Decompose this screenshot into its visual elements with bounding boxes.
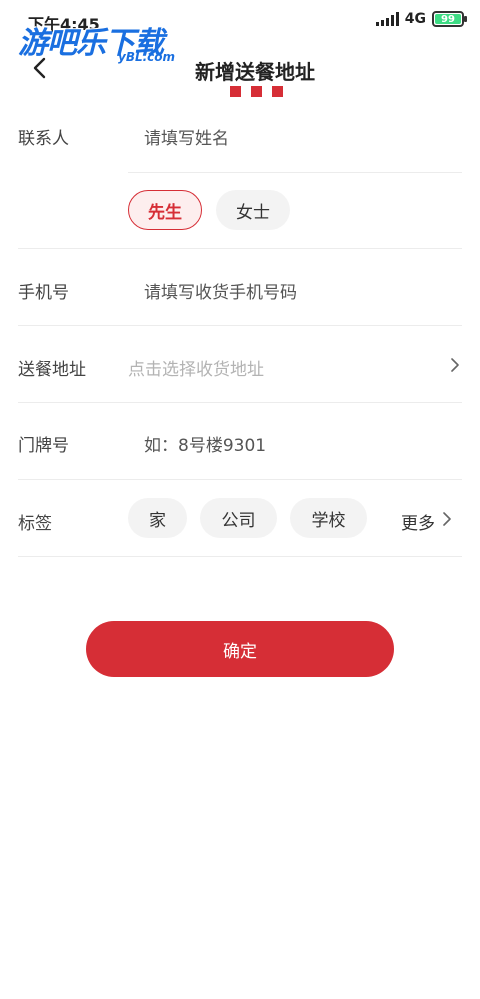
tag-option-company[interactable]: 公司	[200, 498, 277, 538]
divider	[18, 402, 462, 403]
door-number-input[interactable]: 如：8号楼9301	[144, 431, 266, 456]
address-selector[interactable]: 点击选择收货地址	[128, 355, 264, 380]
signal-icon	[375, 12, 399, 26]
gender-option-ms[interactable]: 女士	[216, 190, 290, 230]
divider	[128, 172, 462, 173]
divider	[18, 248, 462, 249]
page-title: 新增送餐地址	[195, 60, 315, 84]
gender-option-mr[interactable]: 先生	[128, 190, 202, 230]
chevron-right-icon[interactable]	[440, 512, 454, 526]
tags-more-button[interactable]: 更多	[401, 509, 435, 534]
divider	[18, 556, 462, 557]
tag-option-home[interactable]: 家	[128, 498, 187, 538]
tags-label: 标签	[18, 514, 52, 534]
contact-name-input[interactable]: 请填写姓名	[144, 124, 229, 149]
tag-option-school[interactable]: 学校	[290, 498, 367, 538]
confirm-button[interactable]: 确定	[86, 621, 394, 677]
network-type: 4G	[404, 11, 426, 27]
phone-input[interactable]: 请填写收货手机号码	[144, 278, 297, 303]
door-label: 门牌号	[18, 436, 69, 456]
chevron-right-icon[interactable]	[448, 358, 462, 372]
divider	[18, 479, 462, 480]
divider	[18, 325, 462, 326]
contact-label: 联系人	[18, 129, 69, 149]
title-decoration	[230, 86, 283, 97]
battery-icon: 99	[432, 11, 467, 27]
battery-level: 99	[441, 13, 455, 25]
address-label: 送餐地址	[18, 360, 86, 380]
phone-label: 手机号	[18, 283, 69, 303]
status-icons: 4G 99	[375, 11, 467, 27]
